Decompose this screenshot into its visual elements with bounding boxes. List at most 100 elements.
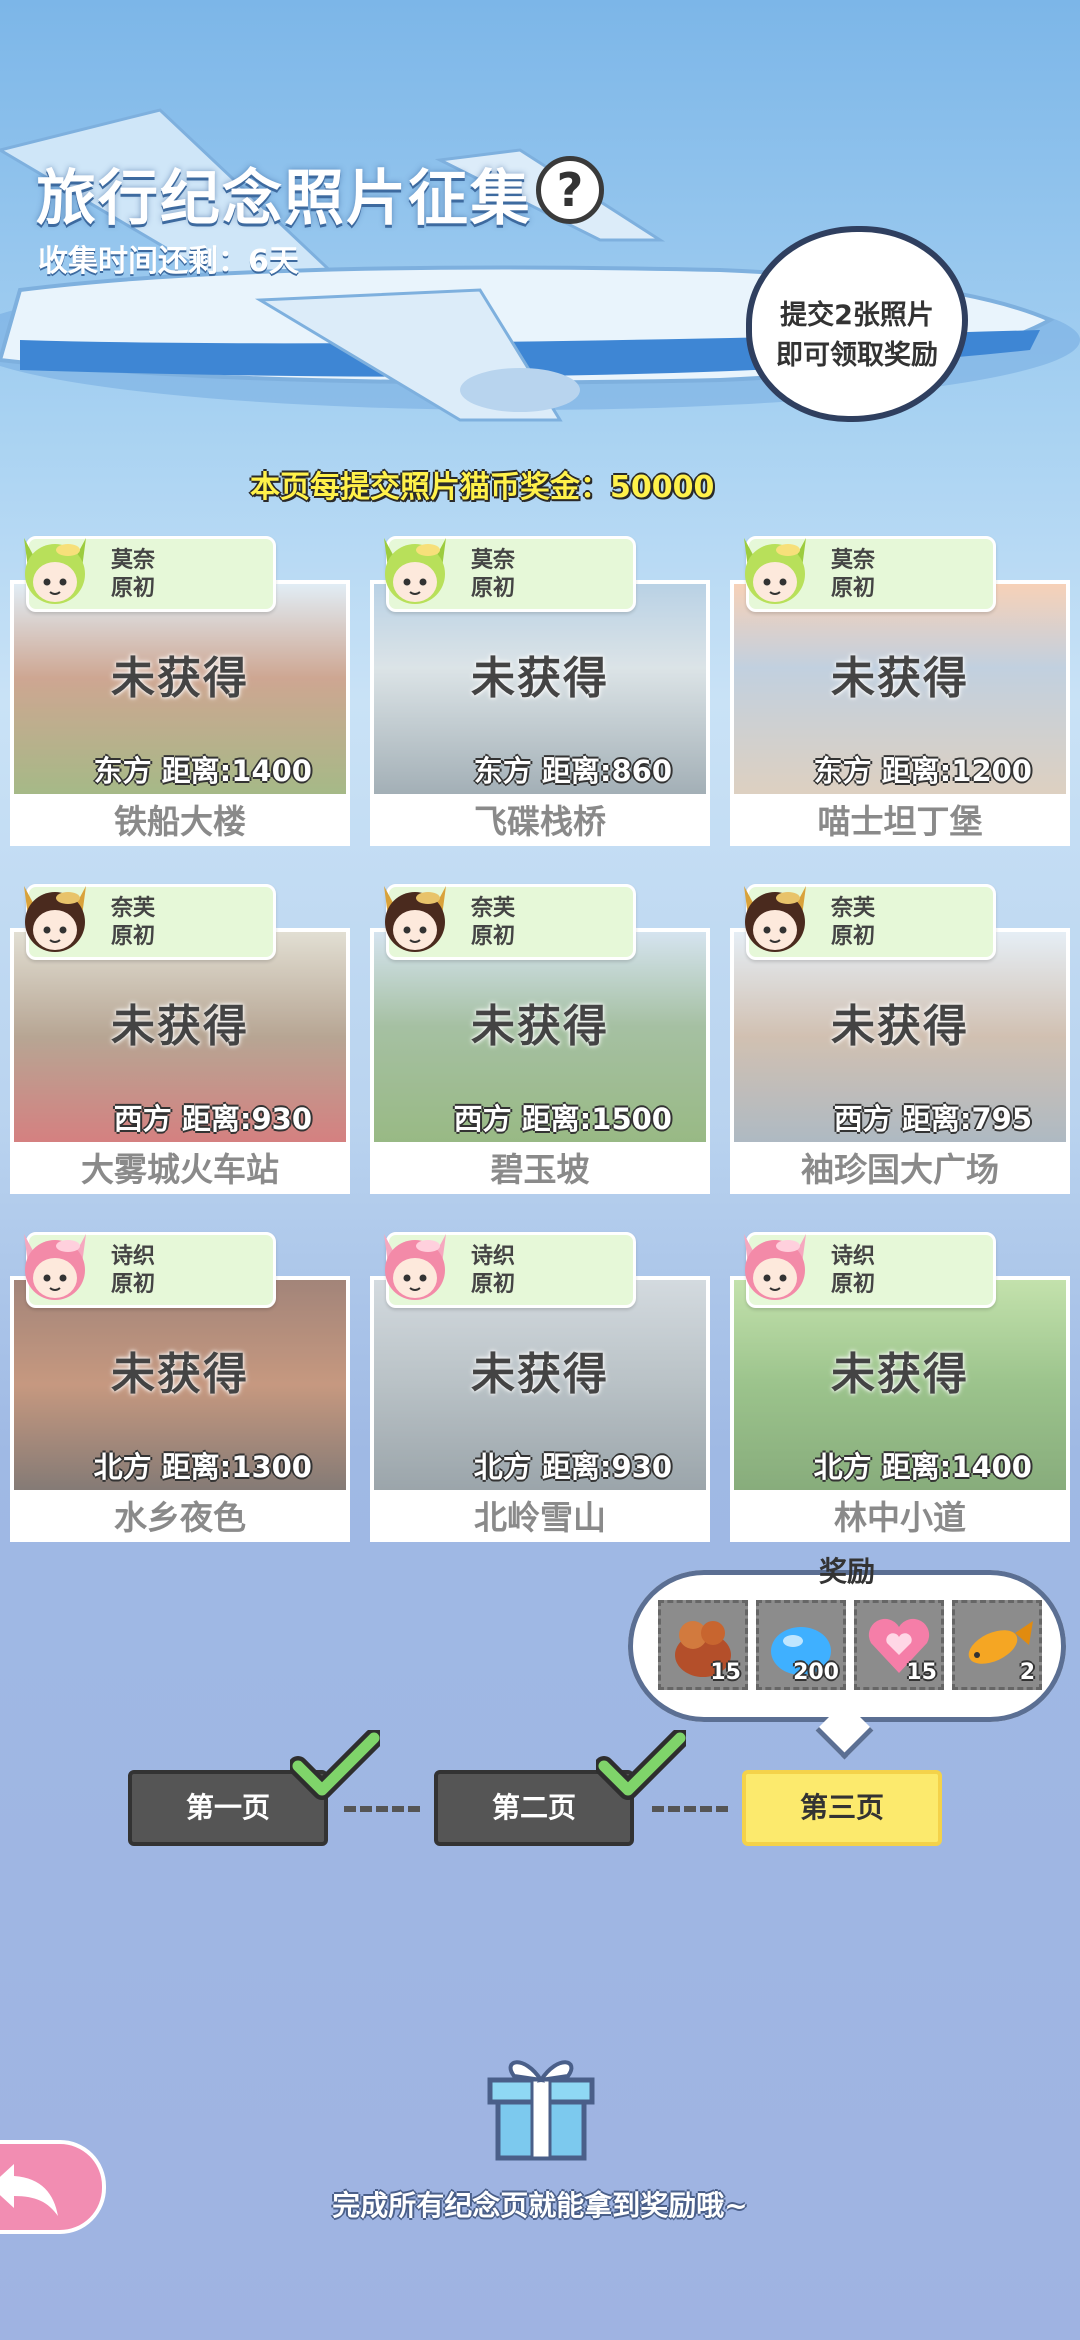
photo-card[interactable]: 未获得 北方 距离:1300 水乡夜色 诗织 原初: [10, 1224, 350, 1542]
location-name: 碧玉坡: [370, 1146, 710, 1194]
location-photo[interactable]: 未获得 北方 距离:1300: [10, 1276, 350, 1494]
character-rank: 原初: [111, 576, 156, 601]
location-name: 林中小道: [730, 1494, 1070, 1542]
character-name: 诗织: [111, 1244, 156, 1269]
location-name: 大雾城火车站: [10, 1146, 350, 1194]
photo-card[interactable]: 未获得 西方 距离:795 袖珍国大广场 奈芙 原初: [730, 876, 1070, 1194]
reward-item-fish[interactable]: 2: [952, 1600, 1042, 1690]
character-rank: 原初: [111, 1272, 156, 1297]
character-rank: 原初: [831, 1272, 876, 1297]
character-name: 诗织: [831, 1244, 876, 1269]
photo-distance: 西方 距离:795: [833, 1102, 1032, 1136]
photo-status: 未获得: [471, 1349, 609, 1400]
location-photo[interactable]: 未获得 东方 距离:860: [370, 580, 710, 798]
character-avatar-icon: [24, 1234, 86, 1300]
location-name: 铁船大楼: [10, 798, 350, 846]
page-connector: [652, 1806, 728, 1812]
photo-distance: 东方 距离:860: [473, 754, 672, 788]
location-name: 北岭雪山: [370, 1494, 710, 1542]
location-photo[interactable]: 未获得 西方 距离:795: [730, 928, 1070, 1146]
photo-status: 未获得: [831, 653, 969, 704]
gift-box-icon[interactable]: [484, 2046, 598, 2162]
character-info: 莫奈 原初: [831, 547, 875, 603]
character-info: 莫奈 原初: [471, 547, 515, 603]
character-name: 奈芙: [111, 896, 156, 921]
character-avatar-icon: [744, 538, 806, 604]
reward-count: 2: [1019, 1660, 1035, 1685]
photo-status: 未获得: [471, 1001, 609, 1052]
character-name: 奈芙: [471, 896, 516, 921]
location-photo[interactable]: 未获得 北方 距离:1400: [730, 1276, 1070, 1494]
reward-item-treat-bag[interactable]: 15: [658, 1600, 748, 1690]
photo-status: 未获得: [111, 653, 249, 704]
photo-distance: 西方 距离:930: [113, 1102, 312, 1136]
character-info: 奈芙 原初: [831, 895, 875, 951]
reward-panel-tail: [815, 1701, 874, 1760]
character-avatar-icon: [24, 886, 86, 952]
back-arrow-icon: [0, 2164, 58, 2216]
character-info: 诗织 原初: [831, 1243, 875, 1299]
reward-count: 15: [906, 1660, 937, 1685]
character-avatar-icon: [384, 1234, 446, 1300]
character-name: 莫奈: [471, 548, 516, 573]
hint-line-2: 即可领取奖励: [776, 340, 938, 371]
photo-card[interactable]: 未获得 西方 距离:930 大雾城火车站 奈芙 原初: [10, 876, 350, 1194]
location-name: 飞碟栈桥: [370, 798, 710, 846]
character-rank: 原初: [831, 576, 876, 601]
collection-timer: 收集时间还剩：6天: [38, 244, 299, 279]
character-avatar-icon: [744, 1234, 806, 1300]
photo-status: 未获得: [111, 1001, 249, 1052]
page-connector: [344, 1806, 420, 1812]
location-photo[interactable]: 未获得 东方 距离:1200: [730, 580, 1070, 798]
checkmark-icon: [596, 1730, 686, 1800]
photo-status: 未获得: [831, 1349, 969, 1400]
checkmark-icon: [290, 1730, 380, 1800]
character-info: 莫奈 原初: [111, 547, 155, 603]
photo-card[interactable]: 未获得 北方 距离:930 北岭雪山 诗织 原初: [370, 1224, 710, 1542]
page-3-button[interactable]: 第三页: [742, 1770, 942, 1846]
location-photo[interactable]: 未获得 西方 距离:1500: [370, 928, 710, 1146]
photo-distance: 东方 距离:1400: [93, 754, 312, 788]
reward-count: 15: [710, 1660, 741, 1685]
character-avatar-icon: [384, 886, 446, 952]
character-name: 莫奈: [831, 548, 876, 573]
reward-panel: 奖励 15 200 15 2: [628, 1555, 1066, 1760]
photo-card[interactable]: 未获得 东方 距离:1200 喵士坦丁堡 莫奈 原初: [730, 528, 1070, 846]
character-rank: 原初: [471, 576, 516, 601]
character-info: 奈芙 原初: [471, 895, 515, 951]
hint-line-1: 提交2张照片: [780, 300, 934, 331]
back-button[interactable]: [0, 2140, 106, 2234]
location-photo[interactable]: 未获得 北方 距离:930: [370, 1276, 710, 1494]
photo-status: 未获得: [111, 1349, 249, 1400]
location-photo[interactable]: 未获得 西方 距离:930: [10, 928, 350, 1146]
character-info: 奈芙 原初: [111, 895, 155, 951]
help-button[interactable]: ?: [536, 156, 604, 224]
character-rank: 原初: [471, 924, 516, 949]
character-info: 诗织 原初: [111, 1243, 155, 1299]
reward-item-blue-slime[interactable]: 200: [756, 1600, 846, 1690]
photo-card[interactable]: 未获得 西方 距离:1500 碧玉坡 奈芙 原初: [370, 876, 710, 1194]
photo-distance: 西方 距离:1500: [453, 1102, 672, 1136]
photo-card[interactable]: 未获得 东方 距离:1400 铁船大楼 莫奈 原初: [10, 528, 350, 846]
reward-item-heart-donut[interactable]: 15: [854, 1600, 944, 1690]
photo-status: 未获得: [471, 653, 609, 704]
character-rank: 原初: [831, 924, 876, 949]
character-name: 诗织: [471, 1244, 516, 1269]
photo-card[interactable]: 未获得 东方 距离:860 飞碟栈桥 莫奈 原初: [370, 528, 710, 846]
completion-note: 完成所有纪念页就能拿到奖励哦~: [332, 2189, 748, 2222]
photo-distance: 北方 距离:1400: [813, 1450, 1032, 1484]
location-name: 袖珍国大广场: [730, 1146, 1070, 1194]
photo-distance: 北方 距离:930: [473, 1450, 672, 1484]
page-title: 旅行纪念照片征集: [36, 164, 532, 234]
photo-card[interactable]: 未获得 北方 距离:1400 林中小道 诗织 原初: [730, 1224, 1070, 1542]
character-rank: 原初: [471, 1272, 516, 1297]
character-avatar-icon: [744, 886, 806, 952]
character-name: 莫奈: [111, 548, 156, 573]
character-avatar-icon: [24, 538, 86, 604]
character-name: 奈芙: [831, 896, 876, 921]
character-info: 诗织 原初: [471, 1243, 515, 1299]
photo-distance: 北方 距离:1300: [93, 1450, 312, 1484]
location-name: 水乡夜色: [10, 1494, 350, 1542]
photo-status: 未获得: [831, 1001, 969, 1052]
location-photo[interactable]: 未获得 东方 距离:1400: [10, 580, 350, 798]
